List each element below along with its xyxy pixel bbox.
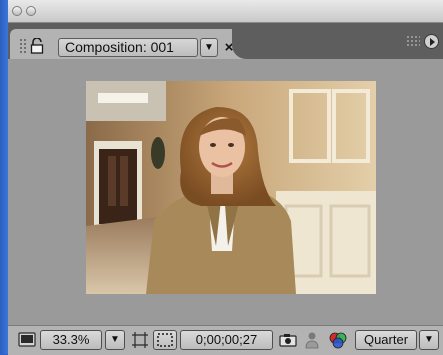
composition-dropdown-button[interactable]: ▼ (200, 38, 218, 57)
composition-window: Composition: 001 ▼ × 33.3% ▼ 0;00;00;27 … (8, 0, 443, 355)
magnification-dropdown-arrow[interactable]: ▼ (105, 330, 125, 350)
transparency-grid-icon (157, 333, 173, 347)
resolution-dropdown[interactable]: Quarter (355, 330, 417, 350)
panel-grip-icon[interactable] (406, 35, 420, 47)
drag-grip-icon[interactable] (19, 38, 27, 54)
magnification-dropdown[interactable]: 33.3% (40, 330, 102, 350)
composition-frame-image[interactable] (86, 81, 376, 294)
region-of-interest-icon[interactable] (130, 330, 150, 350)
panel-tab-bar: Composition: 001 ▼ × (8, 23, 443, 59)
close-tab-button[interactable]: × (223, 38, 235, 57)
current-time-display[interactable]: 0;00;00;27 (180, 330, 273, 350)
camera-icon[interactable] (278, 330, 298, 350)
monitor-icon[interactable] (17, 330, 37, 350)
composition-tab[interactable]: Composition: 001 ▼ × (10, 29, 432, 59)
rgb-channels-icon[interactable] (327, 330, 349, 350)
viewer-toolbar: 33.3% ▼ 0;00;00;27 Quarter ▼ (8, 325, 443, 355)
lock-icon[interactable] (30, 38, 44, 54)
minimize-button[interactable] (26, 6, 36, 16)
close-button[interactable] (12, 6, 22, 16)
composition-viewer[interactable] (8, 59, 443, 325)
panel-menu-button[interactable] (424, 34, 439, 49)
person-icon[interactable] (303, 330, 321, 350)
resolution-dropdown-arrow[interactable]: ▼ (419, 330, 439, 350)
window-titlebar[interactable] (8, 0, 443, 23)
composition-name-label[interactable]: Composition: 001 (58, 38, 198, 57)
transparency-grid-button[interactable] (153, 330, 177, 350)
